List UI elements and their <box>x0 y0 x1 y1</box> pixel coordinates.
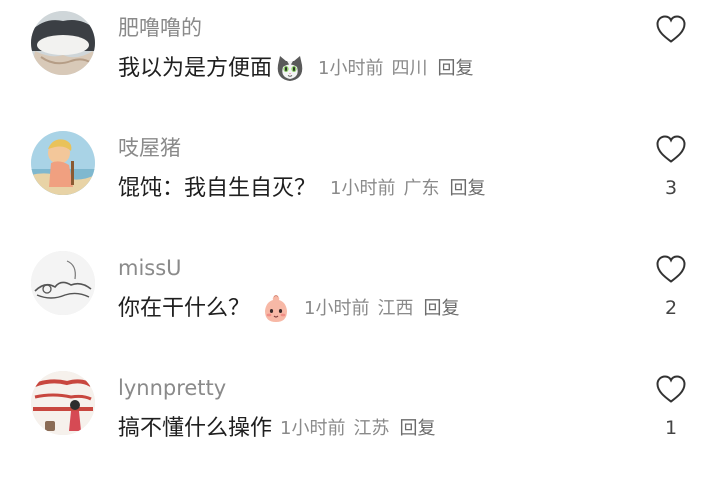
comment-line: 搞不懂什么操作 1小时前 江苏 回复 <box>118 411 435 447</box>
heart-outline-icon[interactable] <box>655 134 687 164</box>
username[interactable]: 肥噜噜的 <box>118 14 202 42</box>
reply-button[interactable]: 回复 <box>399 414 435 444</box>
comment-text: 我以为是方便面 <box>118 56 273 81</box>
timestamp: 1小时前 <box>318 58 384 79</box>
reply-button[interactable]: 回复 <box>449 174 485 204</box>
username[interactable]: 吱屋猪 <box>118 134 181 162</box>
comment-item: lynnpretty 搞不懂什么操作 1小时前 江苏 回复 1 <box>0 360 719 470</box>
like-count: 1 <box>664 417 678 439</box>
timestamp: 1小时前 <box>330 178 396 199</box>
like-count: 3 <box>664 177 678 199</box>
heart-outline-icon[interactable] <box>655 254 687 284</box>
comment-text: 馄饨：我自生自灭？ <box>118 176 317 201</box>
pink-baby-face-emoji <box>260 293 292 325</box>
like-count: 2 <box>664 297 678 319</box>
heart-outline-icon[interactable] <box>655 374 687 404</box>
heart-outline-icon[interactable] <box>655 14 687 44</box>
comment-item: missU 你在干什么？ 1小时前 江西 回复 2 <box>0 240 719 350</box>
comment-line: 你在干什么？ 1小时前 江西 回复 <box>118 291 459 327</box>
region: 江西 <box>377 298 414 319</box>
avatar-image <box>31 371 95 435</box>
comment-line: 馄饨：我自生自灭？ 1小时前 广东 回复 <box>118 171 485 207</box>
avatar[interactable] <box>31 371 95 435</box>
username[interactable]: lynnpretty <box>118 374 226 402</box>
reply-button[interactable]: 回复 <box>437 54 473 84</box>
tabby-cat-emoji <box>274 53 306 85</box>
avatar[interactable] <box>31 251 95 315</box>
avatar-image <box>31 251 95 315</box>
comment-text: 搞不懂什么操作 <box>118 416 273 441</box>
reply-button[interactable]: 回复 <box>423 294 459 324</box>
avatar[interactable] <box>31 131 95 195</box>
comment-item: 吱屋猪 馄饨：我自生自灭？ 1小时前 广东 回复 3 <box>0 120 719 230</box>
comment-text: 你在干什么？ <box>118 296 251 321</box>
avatar-image <box>31 131 95 195</box>
region: 江苏 <box>353 418 390 439</box>
region: 广东 <box>403 178 440 199</box>
timestamp: 1小时前 <box>304 298 370 319</box>
region: 四川 <box>391 58 428 79</box>
comment-line: 我以为是方便面 1小时前 四川 回复 <box>118 51 473 87</box>
username[interactable]: missU <box>118 254 182 282</box>
avatar-image <box>31 11 95 75</box>
avatar[interactable] <box>31 11 95 75</box>
timestamp: 1小时前 <box>280 418 346 439</box>
comment-item: 肥噜噜的 我以为是方便面 1小时前 四川 回复 <box>0 0 719 110</box>
